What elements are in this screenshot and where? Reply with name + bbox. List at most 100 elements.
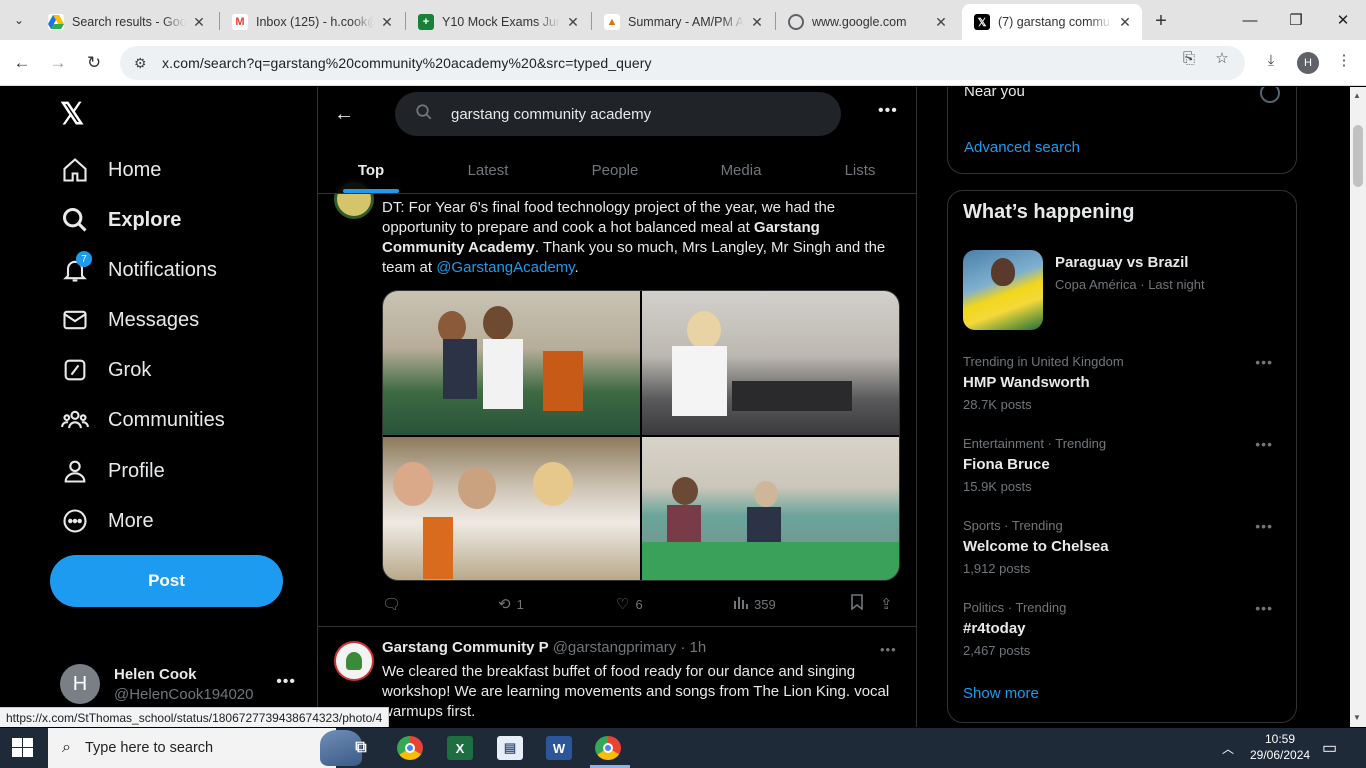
post-photo-3[interactable] bbox=[383, 436, 640, 580]
scroll-down-arrow-icon[interactable]: ▼ bbox=[1353, 713, 1361, 722]
back-arrow-icon[interactable]: ← bbox=[334, 103, 356, 125]
tab-top[interactable]: Top bbox=[334, 147, 408, 193]
bookmark-star-icon[interactable]: ☆ bbox=[1213, 49, 1231, 67]
post-author-handle[interactable]: @garstangprimary bbox=[553, 639, 677, 656]
highlight-image[interactable] bbox=[963, 250, 1043, 330]
install-app-icon[interactable]: ⎘ bbox=[1180, 49, 1198, 67]
close-tab-icon[interactable]: ✕ bbox=[932, 13, 950, 31]
account-switcher[interactable]: H Helen Cook @HelenCook194020 ••• bbox=[60, 661, 310, 707]
trend-item[interactable]: Trending in United Kingdom HMP Wandswort… bbox=[963, 354, 1283, 412]
search-input[interactable] bbox=[451, 105, 811, 123]
post-more-dots-icon[interactable]: ••• bbox=[880, 642, 897, 657]
profile-avatar[interactable]: H bbox=[1297, 52, 1319, 74]
address-bar[interactable]: ⚙ x.com/search?q=garstang%20community%20… bbox=[120, 46, 1245, 80]
reload-icon[interactable]: ↻ bbox=[82, 51, 106, 75]
address-bar-url[interactable]: x.com/search?q=garstang%20community%20ac… bbox=[162, 55, 652, 71]
more-dots-icon[interactable]: ••• bbox=[276, 673, 296, 691]
taskbar-search-box[interactable]: ⌕ Type here to search bbox=[48, 728, 362, 768]
bookmark-button[interactable] bbox=[850, 594, 870, 614]
search-box[interactable] bbox=[395, 92, 841, 136]
advanced-search-link[interactable]: Advanced search bbox=[964, 139, 1080, 156]
person-icon bbox=[60, 456, 90, 486]
post-author-avatar[interactable] bbox=[334, 641, 374, 681]
tab-label: Top bbox=[357, 161, 385, 179]
post-photo-2[interactable] bbox=[642, 291, 899, 435]
views-button[interactable]: 359 bbox=[734, 595, 776, 613]
browser-tab-x-active[interactable]: 𝕏 (7) garstang commu ✕ bbox=[962, 4, 1142, 40]
trend-item[interactable]: Politics · Trending #r4today 2,467 posts… bbox=[963, 600, 1283, 658]
tab-lists[interactable]: Lists bbox=[832, 147, 888, 193]
chrome-icon[interactable] bbox=[397, 736, 423, 760]
browser-toolbar: ← → ↻ ⚙ x.com/search?q=garstang%20commun… bbox=[0, 40, 1366, 86]
tab-people[interactable]: People bbox=[578, 147, 652, 193]
excel-icon[interactable]: X bbox=[447, 736, 473, 760]
trend-context: Trending in United Kingdom bbox=[963, 354, 1124, 369]
task-view-icon[interactable]: ⧉ bbox=[348, 736, 374, 760]
scrollbar-thumb[interactable] bbox=[1353, 125, 1363, 187]
browser-tab-summary[interactable]: ▲ Summary - AM/PM A ✕ bbox=[592, 4, 774, 40]
chrome-profile-icon[interactable] bbox=[595, 736, 621, 760]
browser-tab-gmail[interactable]: M Inbox (125) - h.cook@ ✕ bbox=[220, 4, 404, 40]
new-tab-button[interactable]: + bbox=[1150, 10, 1172, 32]
browser-tab-google[interactable]: www.google.com ✕ bbox=[776, 4, 958, 40]
forward-arrow-icon[interactable]: → bbox=[46, 51, 70, 75]
download-icon[interactable]: ⤓ bbox=[1262, 51, 1280, 69]
trend-more-dots-icon[interactable]: ••• bbox=[1255, 518, 1273, 534]
post-photo-grid bbox=[382, 290, 900, 581]
like-button[interactable]: ♡ 6 bbox=[616, 595, 643, 613]
mention-link[interactable]: @GarstangAcademy bbox=[436, 259, 574, 276]
close-tab-icon[interactable]: ✕ bbox=[190, 13, 208, 31]
minimize-window-icon[interactable]: — bbox=[1238, 8, 1262, 32]
close-tab-icon[interactable]: ✕ bbox=[748, 13, 766, 31]
restore-window-icon[interactable]: ❐ bbox=[1284, 8, 1308, 32]
trend-item[interactable]: Entertainment · Trending Fiona Bruce 15.… bbox=[963, 436, 1283, 494]
notification-center-icon[interactable]: ▭ bbox=[1322, 738, 1337, 758]
show-more-link[interactable]: Show more bbox=[963, 685, 1039, 702]
x-logo-icon[interactable]: 𝕏 bbox=[60, 99, 92, 131]
more-dots-icon[interactable]: ••• bbox=[878, 102, 898, 120]
nav-item-profile[interactable]: Profile bbox=[60, 451, 165, 491]
post-time[interactable]: · 1h bbox=[680, 639, 706, 656]
browser-tab-sheets[interactable]: + Y10 Mock Exams June ✕ bbox=[406, 4, 590, 40]
windows-start-icon[interactable] bbox=[12, 738, 34, 758]
trend-more-dots-icon[interactable]: ••• bbox=[1255, 354, 1273, 370]
highlight-title[interactable]: Paraguay vs Brazil bbox=[1055, 254, 1188, 271]
post-author-name[interactable]: Garstang Community P bbox=[382, 639, 549, 656]
trend-more-dots-icon[interactable]: ••• bbox=[1255, 600, 1273, 616]
trend-post-count: 1,912 posts bbox=[963, 561, 1031, 576]
nav-item-messages[interactable]: Messages bbox=[60, 300, 199, 340]
nav-item-home[interactable]: Home bbox=[60, 150, 161, 190]
tab-media[interactable]: Media bbox=[708, 147, 774, 193]
trend-item[interactable]: Sports · Trending Welcome to Chelsea 1,9… bbox=[963, 518, 1283, 576]
post-photo-4[interactable] bbox=[642, 436, 899, 580]
scroll-up-arrow-icon[interactable]: ▲ bbox=[1353, 91, 1361, 100]
nav-item-notifications[interactable]: 7 Notifications bbox=[60, 250, 217, 290]
nav-item-communities[interactable]: Communities bbox=[60, 400, 225, 440]
share-button[interactable]: ⇪ bbox=[880, 595, 899, 613]
google-drive-icon bbox=[48, 14, 64, 30]
nav-item-grok[interactable]: Grok bbox=[60, 350, 151, 390]
near-you-radio[interactable] bbox=[1260, 87, 1280, 103]
tab-search-chevron-icon[interactable]: ⌄ bbox=[8, 9, 30, 31]
post-button[interactable]: Post bbox=[50, 555, 283, 607]
file-explorer-icon[interactable]: ▤ bbox=[497, 736, 523, 760]
chrome-menu-icon[interactable]: ⋮ bbox=[1335, 51, 1353, 69]
trend-more-dots-icon[interactable]: ••• bbox=[1255, 436, 1273, 452]
site-info-icon[interactable]: ⚙ bbox=[134, 55, 154, 72]
repost-button[interactable]: ⟲ 1 bbox=[498, 595, 524, 613]
close-tab-icon[interactable]: ✕ bbox=[564, 13, 582, 31]
word-icon[interactable]: W bbox=[546, 736, 572, 760]
close-tab-icon[interactable]: ✕ bbox=[1116, 13, 1134, 31]
tray-chevron-up-icon[interactable]: ︿ bbox=[1222, 740, 1234, 757]
tab-latest[interactable]: Latest bbox=[453, 147, 523, 193]
close-tab-icon[interactable]: ✕ bbox=[378, 13, 396, 31]
browser-tab-search-results[interactable]: Search results - Goog ✕ bbox=[36, 4, 216, 40]
nav-item-more[interactable]: More bbox=[60, 501, 154, 541]
page-scrollbar[interactable]: ▲ ▼ bbox=[1350, 87, 1366, 727]
close-window-icon[interactable]: ✕ bbox=[1331, 8, 1355, 32]
back-arrow-icon[interactable]: ← bbox=[10, 51, 34, 75]
post-photo-1[interactable] bbox=[383, 291, 640, 435]
nav-item-explore[interactable]: Explore bbox=[60, 200, 181, 240]
taskbar-clock[interactable]: 10:59 29/06/2024 bbox=[1250, 732, 1310, 762]
reply-button[interactable]: 🗨︎ bbox=[382, 595, 407, 613]
